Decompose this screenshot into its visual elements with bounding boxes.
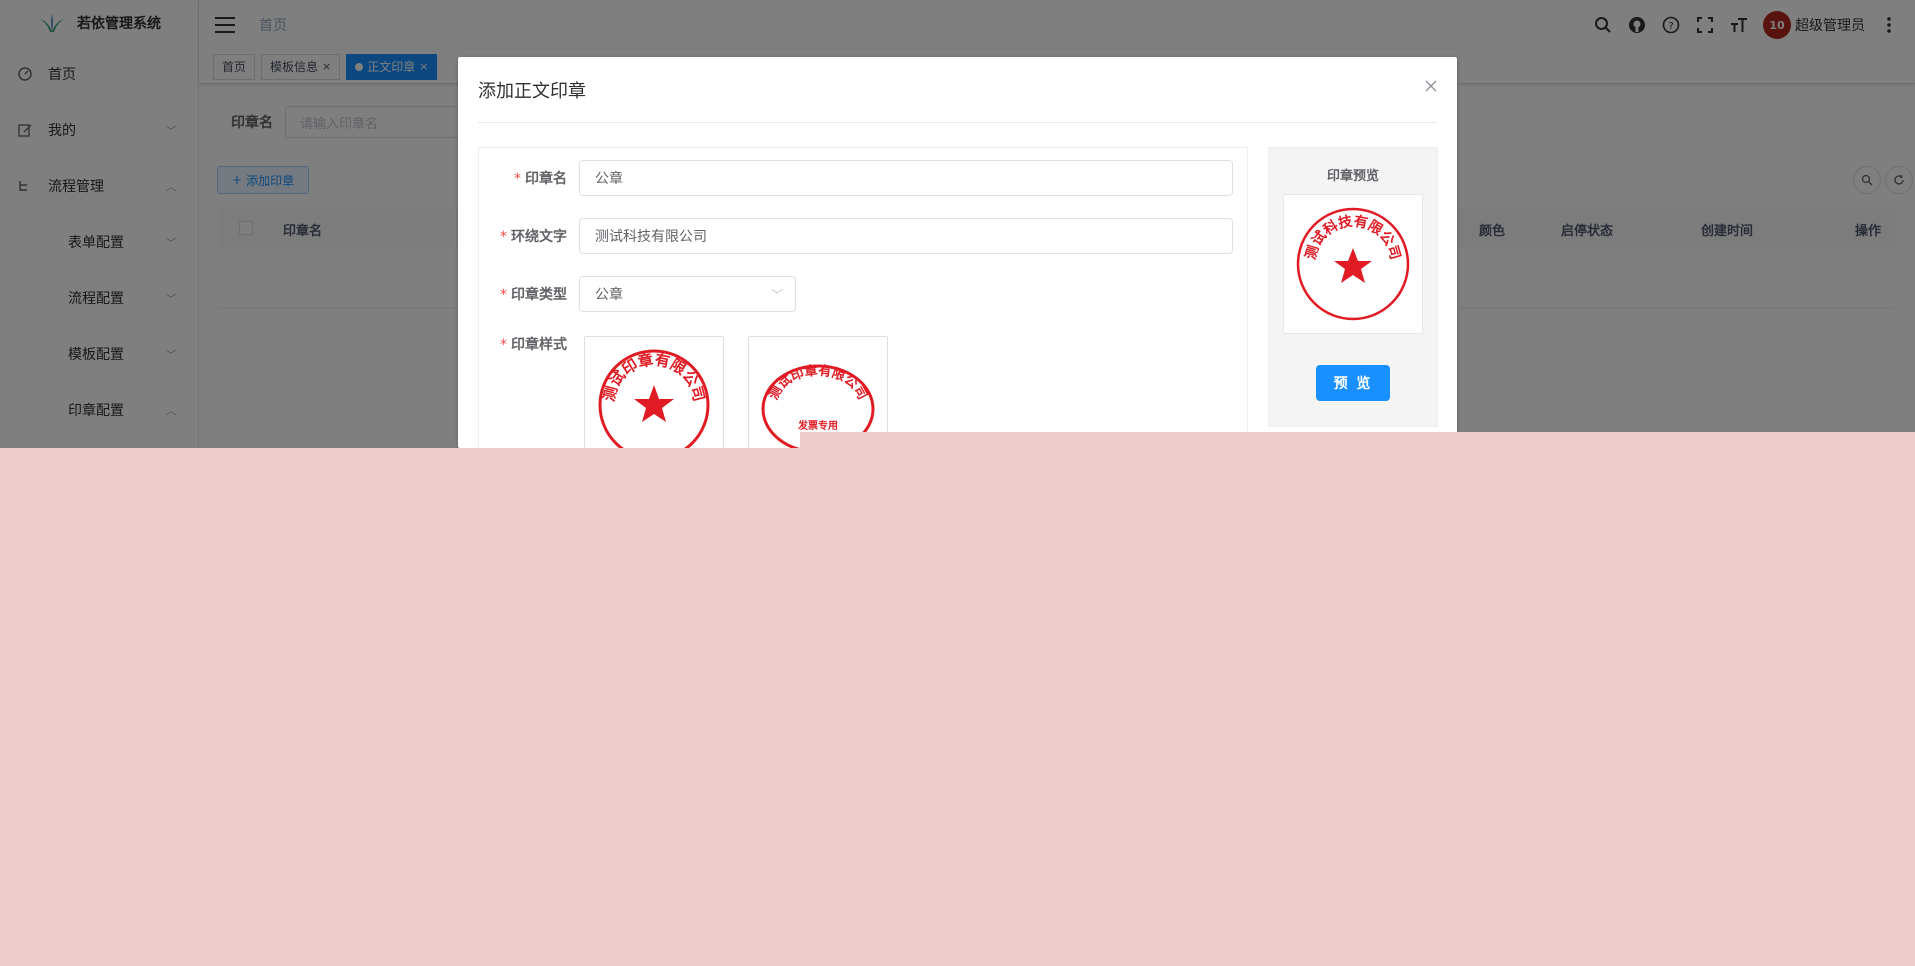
- svg-text:测试印章有限公司: 测试印章有限公司: [766, 363, 870, 403]
- form-row-name: * 印章名 公章: [479, 160, 1247, 196]
- preview-title: 印章预览: [1326, 169, 1379, 184]
- preview-button[interactable]: 预 览: [1316, 365, 1390, 401]
- round-seal-icon: 测试科技有限公司: [1296, 207, 1410, 321]
- form-row-text: * 环绕文字 测试科技有限公司: [479, 218, 1247, 254]
- chevron-down-icon: ﹀: [770, 287, 783, 302]
- seal-preview-image: 测试科技有限公司: [1283, 194, 1423, 334]
- round-seal-icon: 测试印章有限公司: [598, 349, 710, 448]
- form-label: * 环绕文字: [500, 229, 567, 245]
- seal-type-select[interactable]: 公章 ﹀: [579, 276, 796, 312]
- form-label: * 印章样式: [500, 337, 567, 353]
- dialog-header: 添加正文印章: [458, 57, 1457, 122]
- blank-region: [0, 448, 1915, 966]
- dialog-title: 添加正文印章: [478, 80, 586, 102]
- dialog-body: * 印章名 公章 * 环绕文字 测试科技有限公司 * 印章类型 公章 ﹀ * 印章样式: [458, 123, 1457, 448]
- form-label: * 印章名: [514, 171, 567, 187]
- seal-style-option-official[interactable]: 测试印章有限公司: [584, 336, 724, 448]
- seal-form: * 印章名 公章 * 环绕文字 测试科技有限公司 * 印章类型 公章 ﹀ * 印章样式: [478, 147, 1248, 448]
- seal-preview-panel: 印章预览 测试科技有限公司 预 览: [1268, 147, 1438, 427]
- svg-text:发票专用: 发票专用: [797, 419, 838, 432]
- seal-type-value: 公章: [595, 287, 623, 303]
- surround-text-input[interactable]: 测试科技有限公司: [579, 218, 1233, 254]
- blank-region-notch: [800, 432, 1915, 448]
- seal-name-input[interactable]: 公章: [579, 160, 1233, 196]
- add-seal-dialog: 添加正文印章 * 印章名 公章 * 环绕文字 测试科技有限公司 * 印章类型 公章 ﹀: [458, 57, 1457, 448]
- form-row-type: * 印章类型 公章 ﹀: [479, 276, 1247, 312]
- form-label: * 印章类型: [500, 287, 567, 303]
- close-icon[interactable]: [1425, 77, 1437, 96]
